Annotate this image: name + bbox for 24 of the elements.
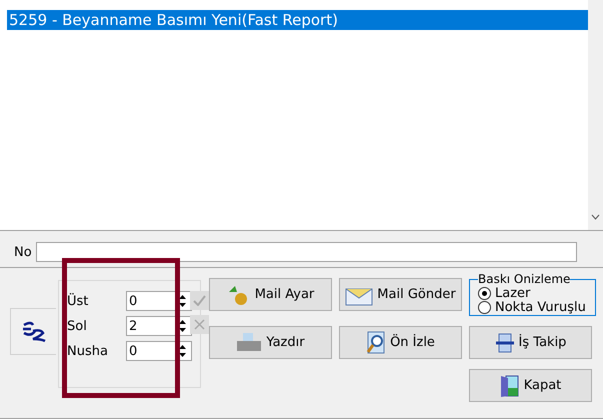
logo-icon [20, 320, 46, 342]
radio-option[interactable]: Lazer [478, 286, 595, 300]
field-label: Sol [67, 318, 87, 334]
magnifier-icon [366, 330, 386, 354]
toolbar-button[interactable]: Ön İzle [339, 326, 462, 359]
group-title: Baskı Onizleme [478, 272, 570, 286]
radio-option[interactable]: Nokta Vuruşlu [478, 300, 595, 314]
toolbar-button[interactable]: İş Takip [469, 326, 592, 359]
document-icon [494, 332, 515, 352]
toolbar-button[interactable]: Yazdır [209, 326, 332, 359]
input-field[interactable] [36, 242, 577, 262]
scroll-down-icon[interactable] [591, 214, 600, 220]
field-label: No [14, 244, 32, 260]
toolbar-button[interactable]: Mail Ayar [209, 278, 332, 311]
field-label: Üst [67, 294, 88, 308]
close-icon [194, 319, 205, 330]
field-label: Nusha [67, 344, 108, 358]
check-icon [193, 295, 206, 306]
toolbar-button[interactable]: Mail Gönder [339, 278, 462, 311]
radio-dot-icon [482, 290, 487, 296]
door-icon [500, 374, 520, 398]
list-item[interactable]: 5259 - Beyanname Basımı Yeni(Fast Report) [7, 10, 588, 30]
scrollbar[interactable] [588, 0, 603, 230]
close-button[interactable]: Kapat [469, 369, 592, 402]
